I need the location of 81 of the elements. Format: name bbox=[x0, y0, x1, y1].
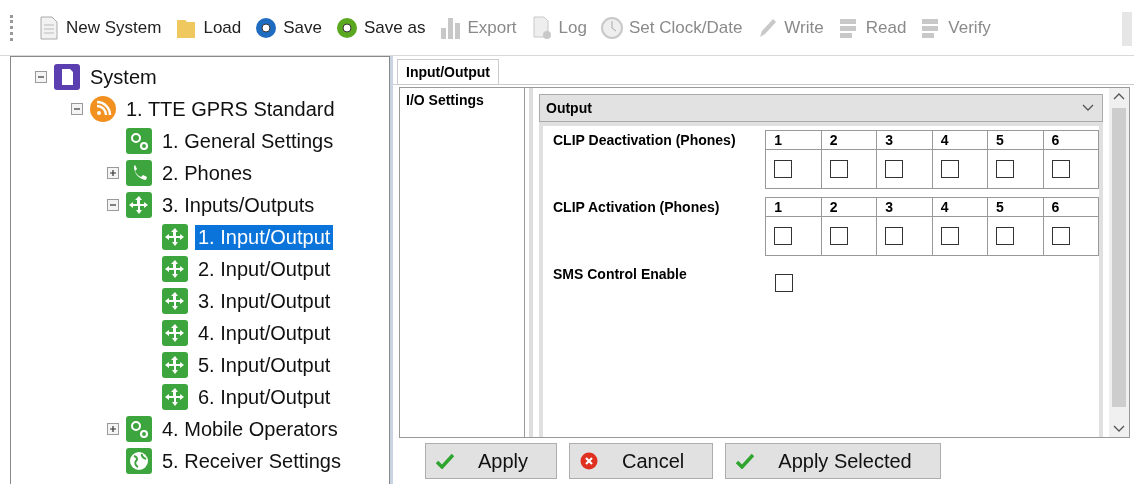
column-header: 1 bbox=[765, 197, 822, 217]
scrollbar[interactable] bbox=[1109, 88, 1129, 437]
checkmark-icon bbox=[436, 453, 454, 469]
action-button[interactable]: Apply bbox=[425, 443, 558, 479]
tree-item[interactable]: 5. Input/Output bbox=[195, 352, 334, 378]
toolbar-button[interactable]: New System bbox=[38, 15, 162, 40]
move-arrows-icon bbox=[161, 319, 189, 347]
document-icon bbox=[38, 15, 60, 40]
setting-label: CLIP Activation (Phones) bbox=[553, 198, 721, 215]
tree-item[interactable]: 3. Input/Output bbox=[195, 288, 334, 314]
tree-item[interactable]: 4. Input/Output bbox=[195, 320, 334, 346]
action-button[interactable]: Cancel bbox=[569, 443, 714, 479]
collapse-icon[interactable] bbox=[71, 103, 83, 115]
disc-icon bbox=[255, 15, 278, 40]
checkbox[interactable] bbox=[829, 227, 848, 245]
chevron-up-icon bbox=[1113, 92, 1125, 100]
tree-item[interactable]: System bbox=[87, 64, 160, 90]
tree-item[interactable]: 3. Inputs/Outputs bbox=[159, 192, 318, 218]
checkbox[interactable] bbox=[885, 227, 904, 245]
side-tab[interactable]: I/O Settings bbox=[406, 92, 518, 108]
tree-item[interactable]: 1. TTE GPRS Standard bbox=[123, 96, 338, 122]
column-header: 2 bbox=[821, 197, 877, 217]
move-arrows-icon bbox=[161, 255, 189, 283]
checkbox[interactable] bbox=[1051, 160, 1070, 178]
tree-item[interactable]: 5. Receiver Settings bbox=[159, 448, 344, 474]
checkbox[interactable] bbox=[996, 160, 1015, 178]
tab[interactable]: Input/Output bbox=[397, 59, 499, 84]
toolbar-button[interactable]: Save bbox=[255, 15, 322, 40]
collapse-icon[interactable] bbox=[107, 199, 119, 211]
toolbar-button[interactable]: Save as bbox=[336, 15, 426, 40]
checkbox[interactable] bbox=[774, 227, 793, 245]
tree-item[interactable]: 6. Input/Output bbox=[195, 384, 334, 410]
column-header: 6 bbox=[1043, 197, 1099, 217]
checkbox[interactable] bbox=[940, 160, 959, 178]
collapse-icon[interactable] bbox=[35, 71, 47, 83]
mode-dropdown[interactable]: Output bbox=[539, 94, 1103, 122]
gears-icon bbox=[125, 127, 153, 155]
column-header: 4 bbox=[932, 130, 988, 150]
column-header: 5 bbox=[987, 130, 1044, 150]
document-icon bbox=[53, 63, 81, 91]
disc-icon bbox=[336, 15, 358, 40]
move-arrows-icon bbox=[161, 351, 189, 379]
column-header: 2 bbox=[821, 130, 877, 150]
checkbox[interactable] bbox=[774, 160, 793, 178]
move-arrows-icon bbox=[161, 223, 189, 251]
checkbox[interactable] bbox=[1051, 227, 1070, 245]
move-arrows-icon bbox=[125, 191, 153, 219]
phone-icon bbox=[125, 159, 153, 187]
close-icon bbox=[580, 452, 599, 470]
move-arrows-icon bbox=[161, 287, 189, 315]
tree-item[interactable]: 1. Input/Output bbox=[195, 224, 334, 250]
action-button[interactable]: Apply Selected bbox=[725, 443, 941, 479]
chevron-down-icon bbox=[1113, 425, 1125, 433]
expand-icon[interactable] bbox=[107, 423, 119, 435]
clock-icon bbox=[600, 15, 623, 40]
feed-icon bbox=[89, 95, 117, 123]
toolbar-button[interactable]: Load bbox=[175, 15, 242, 40]
checkmark-icon bbox=[736, 453, 755, 469]
column-header: 3 bbox=[876, 130, 933, 150]
checkbox[interactable] bbox=[885, 160, 904, 178]
tree-item[interactable]: 4. Mobile Operators bbox=[159, 416, 341, 442]
gears-icon bbox=[125, 415, 153, 443]
column-header: 5 bbox=[987, 197, 1044, 217]
column-header: 4 bbox=[932, 197, 988, 217]
bar-chart-icon bbox=[439, 15, 462, 40]
checkbox[interactable] bbox=[829, 160, 848, 178]
chevron-down-icon bbox=[1082, 104, 1094, 112]
globe-icon bbox=[125, 447, 153, 475]
move-arrows-icon bbox=[161, 383, 189, 411]
tree-item[interactable]: 2. Input/Output bbox=[195, 256, 334, 282]
column-header: 3 bbox=[876, 197, 933, 217]
setting-label: CLIP Deactivation (Phones) bbox=[553, 131, 737, 148]
checkbox[interactable] bbox=[996, 227, 1015, 245]
checkbox[interactable] bbox=[940, 227, 959, 245]
tree-item[interactable]: 1. General Settings bbox=[159, 128, 337, 154]
setting-label: SMS Control Enable bbox=[553, 265, 688, 282]
expand-icon[interactable] bbox=[107, 167, 119, 179]
column-header: 6 bbox=[1043, 130, 1099, 150]
column-header: 1 bbox=[765, 130, 822, 150]
tree-item[interactable]: 2. Phones bbox=[159, 160, 256, 186]
checkbox[interactable] bbox=[775, 274, 793, 292]
